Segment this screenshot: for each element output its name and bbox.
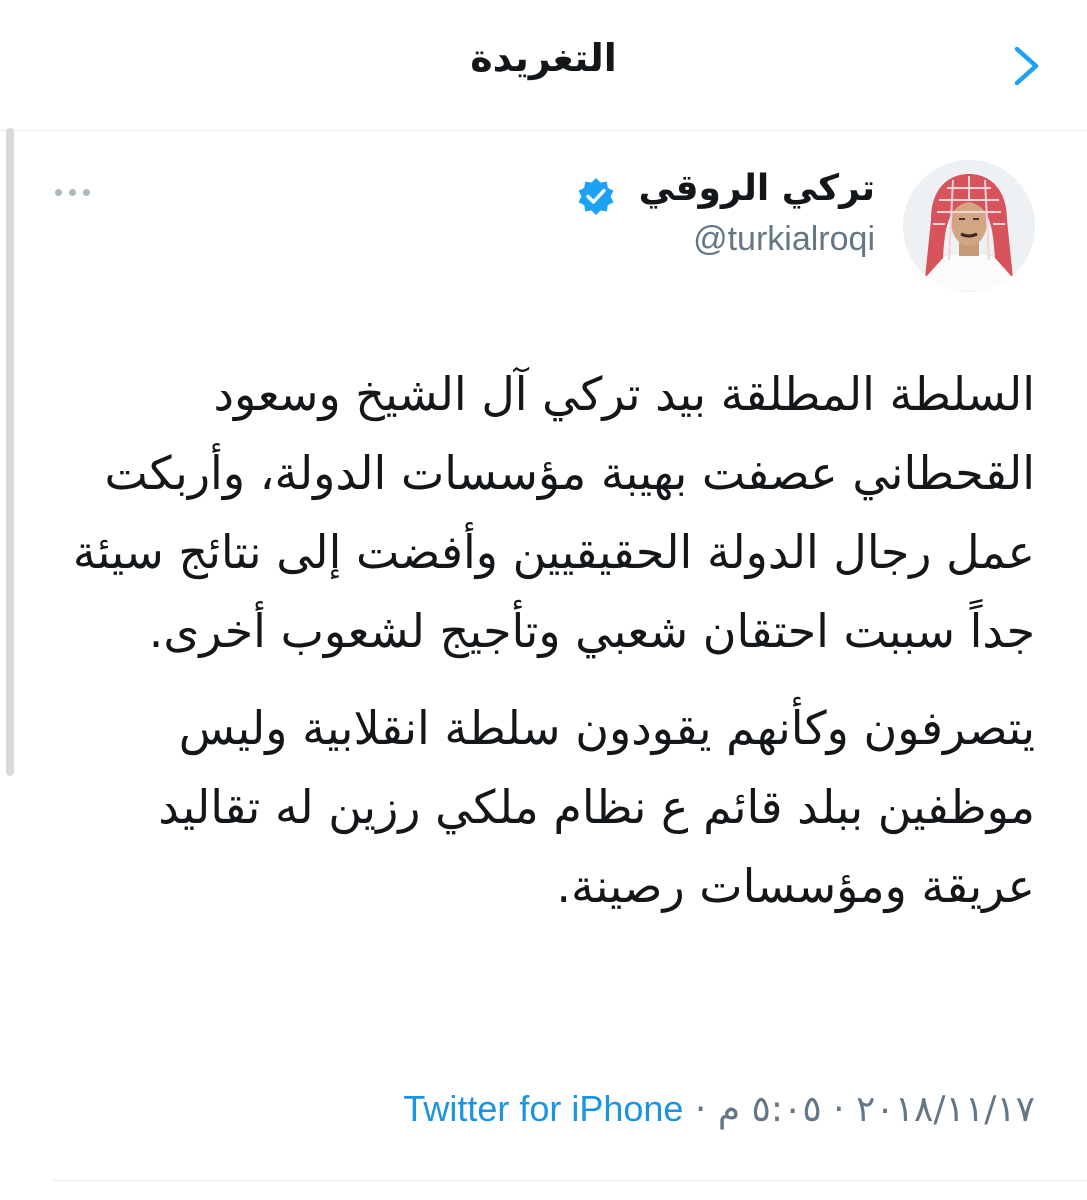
verified-badge-icon (578, 178, 614, 215)
more-dot (69, 188, 76, 196)
author-handle[interactable]: @turkialroqi (693, 220, 875, 259)
meta-separator: · (833, 1089, 845, 1130)
tweet-meta: ٢٠١٨/١١/١٧ · ٥:٠٥ م · Twitter for iPhone (403, 1088, 1035, 1130)
more-dot (55, 188, 62, 196)
divider (52, 1180, 1087, 1181)
page-title: التغريدة (470, 36, 617, 80)
header-bar: التغريدة (0, 0, 1087, 131)
meta-separator: · (694, 1089, 707, 1130)
more-dot (83, 188, 90, 196)
tweet-source-link[interactable]: Twitter for iPhone (403, 1088, 683, 1129)
tweet-time: ٥:٠٥ م (717, 1089, 822, 1130)
avatar-image (903, 160, 1035, 292)
tweet-paragraph-2: يتصرفون وكأنهم يقودون سلطة انقلابية وليس… (158, 701, 1035, 913)
avatar[interactable] (903, 160, 1035, 292)
more-options-icon[interactable] (55, 182, 95, 202)
chevron-right-icon[interactable] (1009, 45, 1043, 87)
author-name[interactable]: تركي الروقي (639, 168, 875, 209)
tweet-text: السلطة المطلقة بيد تركي آل الشيخ وسعود ا… (52, 355, 1035, 944)
tweet-paragraph-1: السلطة المطلقة بيد تركي آل الشيخ وسعود ا… (72, 367, 1035, 658)
tweet-date: ٢٠١٨/١١/١٧ (856, 1089, 1035, 1130)
tweet-card: تركي الروقي @turkialroqi السلطة المطلقة … (0, 130, 1087, 1200)
